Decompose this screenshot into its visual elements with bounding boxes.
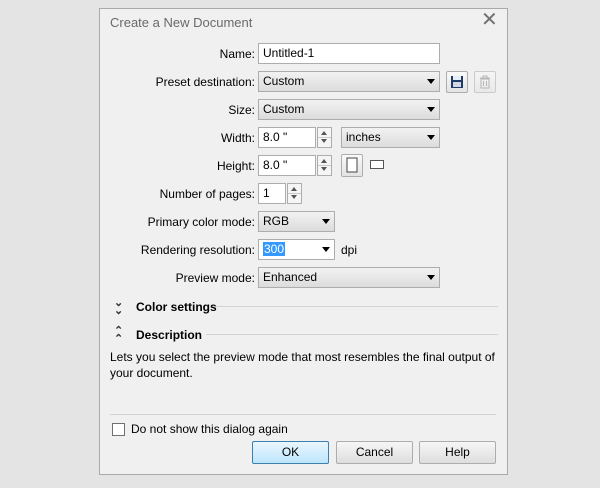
size-select[interactable]: Custom	[258, 99, 440, 120]
section-divider	[216, 306, 498, 307]
chevron-down-icon	[427, 79, 435, 84]
stepper-down-icon[interactable]	[321, 139, 327, 143]
height-stepper[interactable]	[317, 155, 332, 176]
preview-mode-select[interactable]: Enhanced	[258, 267, 440, 288]
dont-show-again-checkbox[interactable]	[112, 423, 125, 436]
pages-label: Number of pages:	[159, 187, 255, 201]
save-icon	[451, 76, 463, 88]
width-stepper[interactable]	[317, 127, 332, 148]
create-new-document-dialog: Create a New Document ✕ Name: Untitled-1…	[99, 8, 508, 475]
chevron-down-icon	[322, 247, 330, 252]
landscape-orientation-icon[interactable]	[370, 160, 384, 169]
footer-divider	[110, 414, 496, 415]
preset-destination-value: Custom	[263, 74, 305, 88]
resolution-unit: dpi	[341, 243, 358, 257]
stepper-divider	[318, 137, 331, 138]
stepper-divider	[288, 193, 301, 194]
portrait-orientation-icon	[346, 157, 358, 173]
dont-show-again-label[interactable]: Do not show this dialog again	[131, 422, 288, 436]
color-mode-label: Primary color mode:	[147, 215, 255, 229]
help-button[interactable]: Help	[419, 441, 496, 464]
resolution-label: Rendering resolution:	[140, 243, 255, 257]
color-settings-label: Color settings	[136, 300, 217, 314]
color-mode-select[interactable]: RGB	[258, 211, 335, 232]
color-settings-header[interactable]: ⌄ ⌄ Color settings	[114, 297, 494, 317]
ok-button[interactable]: OK	[252, 441, 329, 464]
stepper-divider	[318, 165, 331, 166]
close-icon[interactable]: ✕	[481, 10, 498, 30]
units-value: inches	[346, 130, 381, 144]
height-input[interactable]: 8.0 "	[258, 155, 316, 176]
preset-destination-select[interactable]: Custom	[258, 71, 440, 92]
resolution-combobox[interactable]: 300	[258, 239, 335, 260]
chevron-down-icon	[322, 219, 330, 224]
stepper-up-icon[interactable]	[321, 131, 327, 135]
stepper-up-icon[interactable]	[291, 187, 297, 191]
stepper-down-icon[interactable]	[291, 195, 297, 199]
trash-icon	[480, 75, 490, 89]
cancel-button[interactable]: Cancel	[336, 441, 413, 464]
size-value: Custom	[263, 102, 305, 116]
chevron-down-icon	[427, 135, 435, 140]
width-input[interactable]: 8.0 "	[258, 127, 316, 148]
height-label: Height:	[216, 159, 255, 173]
description-label: Description	[136, 328, 203, 342]
expand-chevron-icon: ⌄ ⌄	[114, 297, 124, 317]
section-divider	[206, 334, 498, 335]
width-label: Width:	[220, 131, 255, 145]
preview-mode-label: Preview mode:	[175, 271, 255, 285]
pages-input[interactable]: 1	[258, 183, 286, 204]
description-header[interactable]: ⌃ ⌃ Description	[114, 325, 494, 345]
title-bar: Create a New Document ✕	[100, 9, 507, 35]
stepper-down-icon[interactable]	[321, 167, 327, 171]
collapse-chevron-icon: ⌃ ⌃	[114, 325, 124, 345]
chevron-down-icon	[427, 107, 435, 112]
preview-mode-value: Enhanced	[263, 270, 318, 284]
dialog-title: Create a New Document	[110, 15, 253, 30]
color-mode-value: RGB	[263, 214, 290, 228]
size-label: Size:	[228, 103, 255, 117]
description-text: Lets you select the preview mode that mo…	[110, 350, 495, 380]
chevron-down-icon	[427, 275, 435, 280]
stepper-up-icon[interactable]	[321, 159, 327, 163]
delete-preset-button[interactable]	[474, 71, 496, 93]
preset-destination-label: Preset destination:	[155, 75, 255, 89]
save-preset-button[interactable]	[446, 71, 468, 93]
resolution-value[interactable]: 300	[263, 242, 286, 256]
name-label: Name:	[219, 47, 255, 61]
portrait-orientation-button[interactable]	[341, 154, 363, 177]
name-input[interactable]: Untitled-1	[258, 43, 440, 64]
units-select[interactable]: inches	[341, 127, 440, 148]
pages-stepper[interactable]	[287, 183, 302, 204]
